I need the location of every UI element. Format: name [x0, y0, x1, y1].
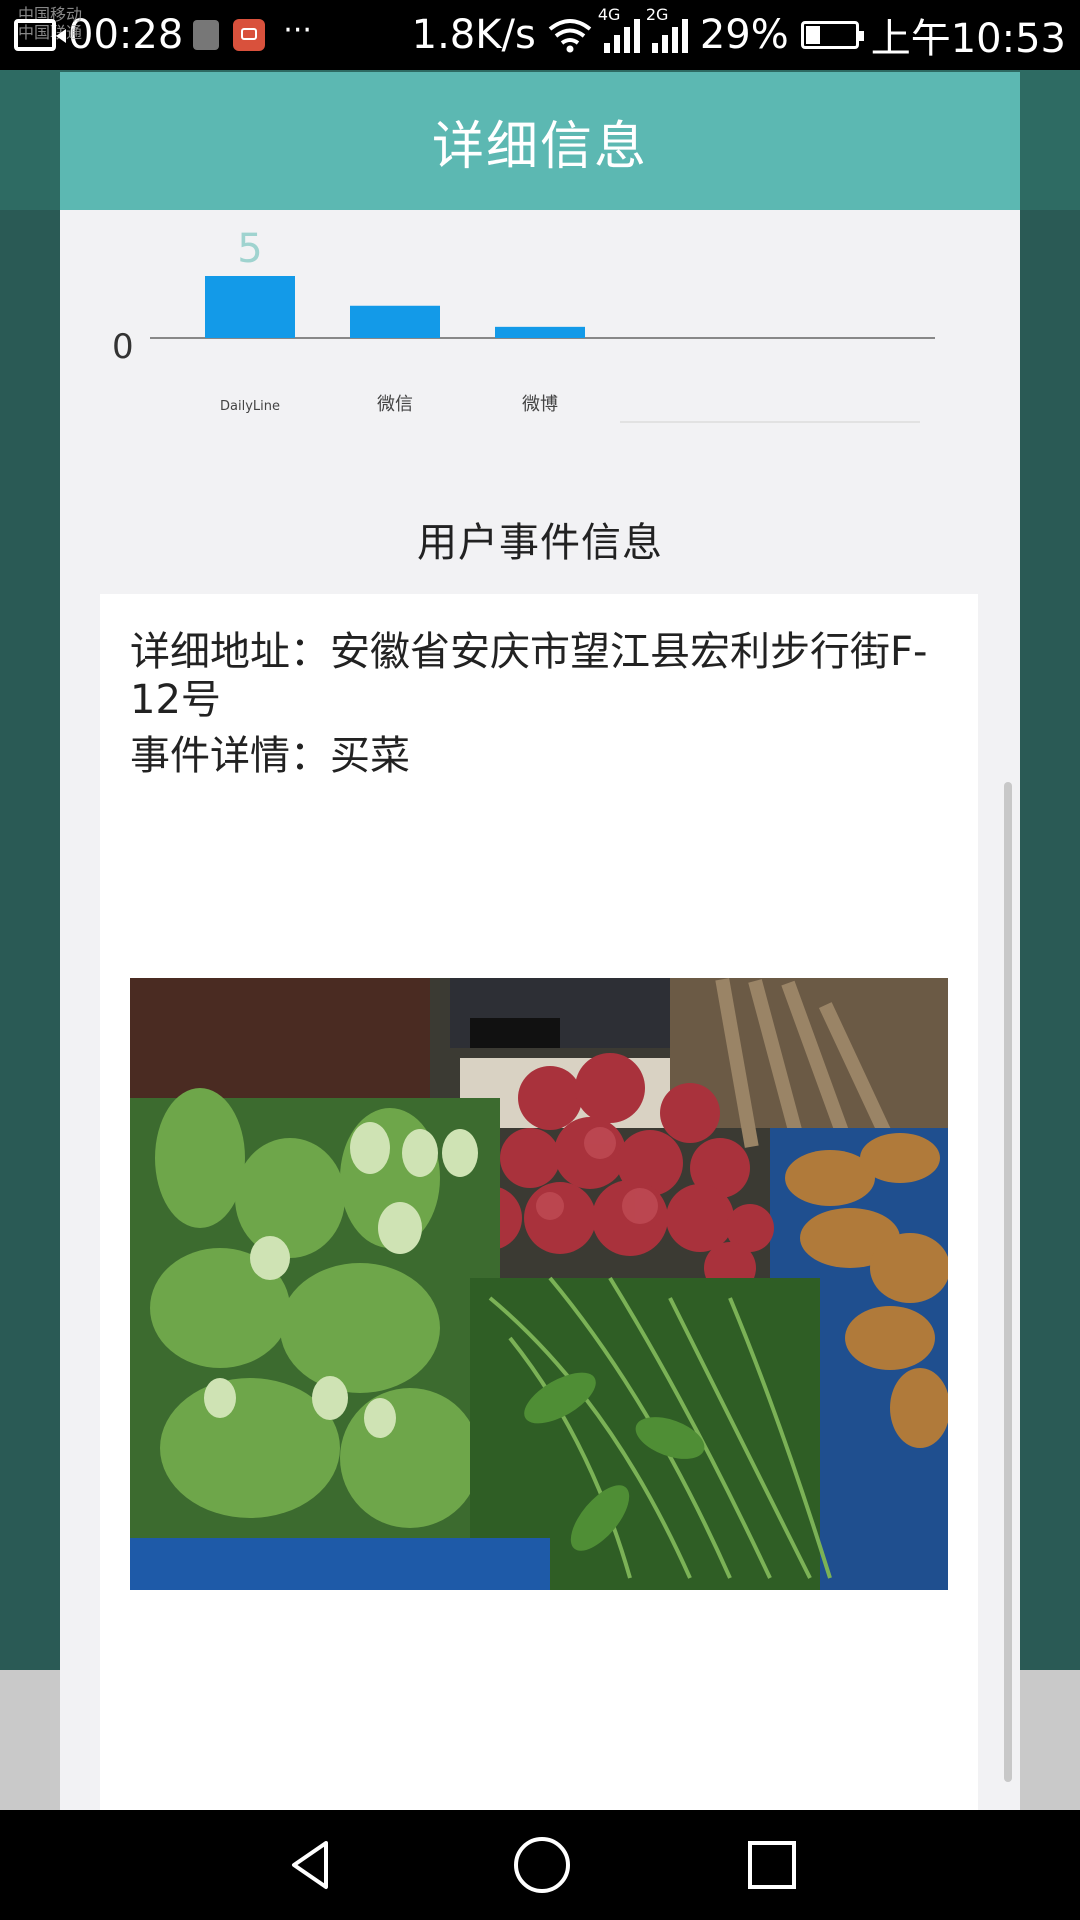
back-icon[interactable] — [280, 1835, 340, 1895]
screen-record-icon — [14, 19, 56, 51]
status-left: 中国移动 中国联通 00:28 ··· — [0, 0, 312, 70]
bar-2 — [495, 326, 585, 338]
data-label-0: 5 — [237, 226, 262, 272]
event-card: 详细地址：安徽省安庆市望江县宏利步行街F-12号 事件详情：买菜 — [100, 594, 978, 1810]
battery-icon — [800, 21, 864, 49]
home-icon[interactable] — [510, 1833, 574, 1897]
dialog-title: 详细信息 — [431, 116, 648, 177]
section-title: 用户事件信息 — [417, 520, 663, 566]
status-right: 1.8K/s 4G 2G 29% 上午10:53 — [412, 0, 1066, 70]
category-label-2: 微博 — [522, 394, 558, 415]
battery-percent: 29% — [699, 12, 789, 58]
sim2-tag: 2G — [645, 5, 669, 24]
sim1-tag: 4G — [597, 5, 621, 24]
scrollbar[interactable] — [1004, 782, 1012, 1782]
bar-0 — [205, 276, 295, 338]
event-label: 事件详情： — [130, 733, 330, 779]
source-bar-chart: 0 DailyLine 5 微信 微博 — [60, 210, 1020, 450]
net-speed: 1.8K/s — [411, 12, 536, 58]
vegetables-image — [130, 978, 948, 1590]
event-row: 事件详情：买菜 — [130, 732, 948, 780]
more-notifications-icon: ··· — [283, 12, 312, 48]
video-app-icon — [233, 19, 266, 51]
detail-dialog: 详细信息 0 DailyLine 5 微信 微博 用户事件信息 详细地址：安徽省安庆市望… — [60, 72, 1020, 1810]
address-label: 详细地址： — [130, 629, 330, 675]
wifi-icon — [548, 19, 592, 53]
bar-chart-svg: 0 DailyLine 5 微信 微博 — [112, 226, 935, 423]
address-row: 详细地址：安徽省安庆市望江县宏利步行街F-12号 — [130, 628, 948, 724]
signal-2g-icon: 2G — [646, 5, 688, 53]
event-value: 买菜 — [330, 733, 410, 779]
record-timer: 00:28 — [68, 12, 184, 58]
status-bar: 中国移动 中国联通 00:28 ··· 1.8K/s 4G 2G 29% 上午1… — [0, 0, 1080, 70]
recents-icon[interactable] — [744, 1837, 800, 1893]
event-info: 详细地址：安徽省安庆市望江县宏利步行街F-12号 事件详情：买菜 — [100, 594, 978, 780]
bar-1 — [350, 305, 440, 338]
signal-4g-icon: 4G — [598, 5, 640, 53]
navigation-bar — [0, 1810, 1080, 1920]
y-tick-label: 0 — [112, 327, 134, 367]
notification-app-icon — [193, 20, 220, 50]
event-photo[interactable] — [130, 978, 948, 1590]
category-label-0: DailyLine — [220, 399, 280, 414]
clock: 上午10:53 — [870, 16, 1066, 62]
category-label-1: 微信 — [377, 394, 413, 415]
dialog-header: 详细信息 — [60, 72, 1020, 210]
